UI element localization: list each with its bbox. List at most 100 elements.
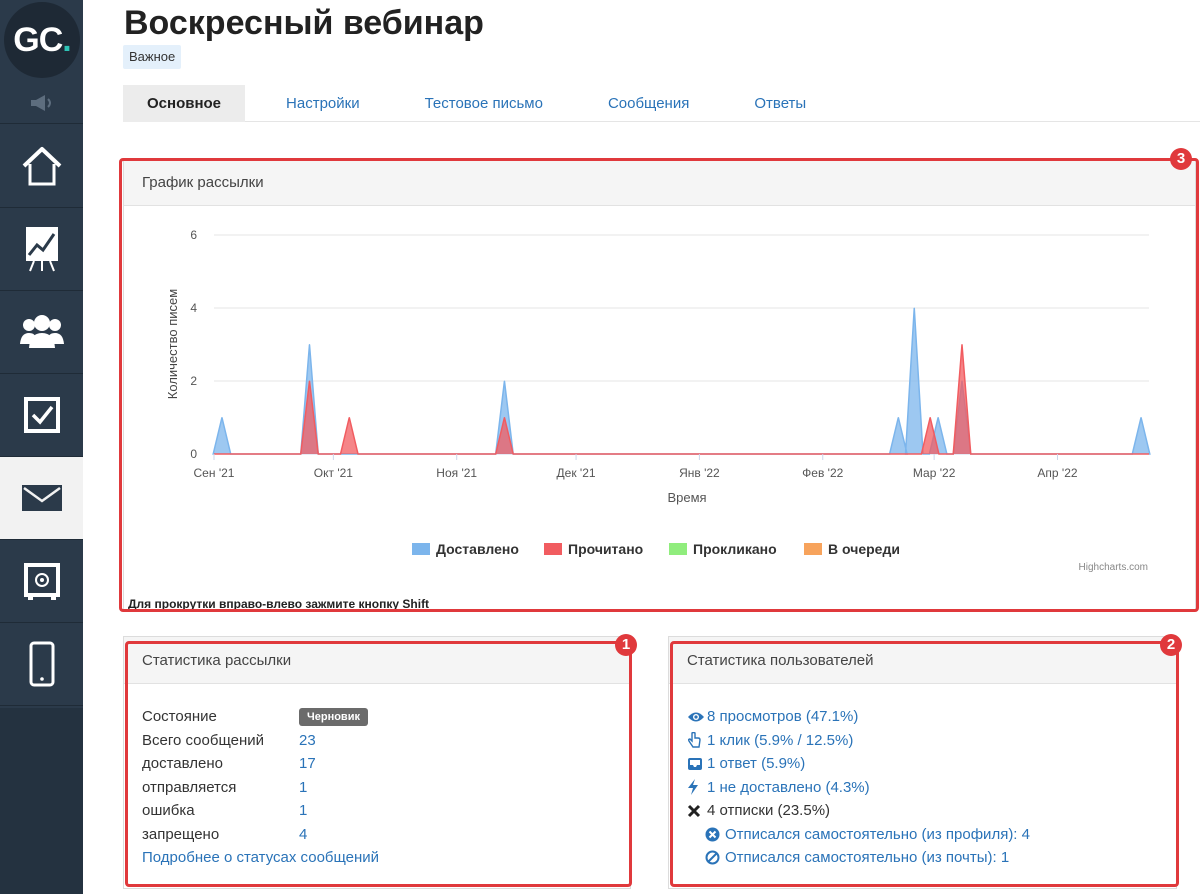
logo-dot: . — [62, 20, 72, 59]
views-link[interactable]: 8 просмотров (47.1%) — [707, 708, 858, 725]
scroll-hint: Для прокрутки вправо-влево зажмите кнопк… — [128, 597, 430, 611]
lightning-icon — [688, 779, 698, 796]
stats-value-link[interactable]: 23 — [299, 732, 316, 749]
legend-label: Доставлено — [436, 541, 519, 557]
legend-swatch — [804, 543, 822, 555]
stats-value-link[interactable]: 1 — [299, 779, 307, 796]
tab-bar: Основное Настройки Тестовое письмо Сообщ… — [123, 85, 1200, 122]
mail-stats-table: Состояние Черновик Всего сообщений 23 до… — [142, 705, 379, 870]
legend-item[interactable]: В очереди — [804, 541, 900, 557]
tab-settings[interactable]: Настройки — [262, 85, 384, 122]
sidebar-item-users[interactable] — [0, 291, 83, 374]
eye-icon — [688, 712, 704, 722]
x-circle-icon — [705, 827, 720, 842]
sidebar-item-mail[interactable] — [0, 457, 83, 540]
checkbox-icon — [23, 397, 60, 433]
marker-badge-3: 3 — [1170, 148, 1192, 170]
replies-link[interactable]: 1 ответ (5.9%) — [707, 755, 805, 772]
tab-main[interactable]: Основное — [123, 85, 246, 122]
users-icon — [19, 315, 64, 348]
data-point[interactable] — [503, 380, 505, 382]
safe-icon — [23, 563, 60, 600]
tab-messages[interactable]: Сообщения — [584, 85, 713, 122]
stats-label: Всего сообщений — [142, 731, 264, 749]
replies-row: 1 ответ (5.9%) — [687, 752, 1030, 776]
chart-panel-title: График рассылки — [124, 159, 1195, 206]
tab-replies[interactable]: Ответы — [730, 85, 830, 122]
stats-value-link[interactable]: 17 — [299, 755, 316, 772]
envelope-icon — [21, 485, 62, 511]
unsub-email-link[interactable]: Отписался самостоятельно (из почты): 1 — [725, 849, 1009, 866]
status-details-link[interactable]: Подробнее о статусах сообщений — [142, 849, 379, 866]
user-stats-list: 8 просмотров (47.1%) 1 клик (5.9% / 12.5… — [687, 705, 1030, 870]
legend-swatch — [412, 543, 430, 555]
views-row: 8 просмотров (47.1%) — [687, 705, 1030, 729]
inbox-icon — [688, 757, 702, 770]
data-point[interactable] — [937, 417, 939, 418]
data-point[interactable] — [1140, 417, 1142, 418]
chart-panel: График рассылки 0 2 4 6 Сен '21 Окт '21 Ноя '2… — [123, 158, 1196, 611]
legend-item[interactable]: Прокликано — [669, 541, 777, 557]
data-point[interactable] — [913, 307, 915, 309]
y-tick-label: 6 — [190, 228, 197, 242]
stats-row: ошибка 1 — [142, 799, 379, 823]
user-stats-title: Статистика пользователей — [669, 637, 1176, 684]
marker-badge-1: 1 — [615, 634, 637, 656]
sidebar-item-mobile[interactable] — [0, 623, 83, 706]
logo[interactable]: GC. — [4, 2, 80, 78]
tag-badge[interactable]: Важное — [123, 45, 182, 69]
page-title: Воскресный вебинар — [124, 4, 484, 42]
y-tick-label: 2 — [190, 374, 197, 388]
logo-text: GC — [13, 20, 63, 59]
unsub-email-row: Отписался самостоятельно (из почты): 1 — [687, 846, 1030, 870]
stats-row-more: Подробнее о статусах сообщений — [142, 846, 379, 870]
sidebar-item-training[interactable] — [0, 208, 83, 291]
stats-value-link[interactable]: 4 — [299, 826, 307, 843]
logo-area: GC. — [0, 0, 83, 82]
stats-label: отправляется — [142, 778, 237, 796]
clicks-link[interactable]: 1 клик (5.9% / 12.5%) — [707, 732, 853, 749]
legend-label: Прочитано — [568, 541, 643, 557]
not-delivered-link[interactable]: 1 не доставлено (4.3%) — [707, 779, 870, 796]
unsub-profile-link[interactable]: Отписался самостоятельно (из профиля): 4 — [725, 826, 1030, 843]
legend-item[interactable]: Доставлено — [412, 541, 519, 557]
marker-badge-2: 2 — [1160, 634, 1182, 656]
data-point[interactable] — [897, 417, 899, 418]
chart-board-icon — [25, 227, 58, 272]
x-tick-label: Мар '22 — [913, 466, 956, 480]
ban-icon — [705, 850, 720, 865]
data-point[interactable] — [308, 380, 310, 382]
data-point[interactable] — [308, 344, 310, 345]
y-axis-label: Количество писем — [165, 289, 180, 399]
x-tick-label: Дек '21 — [557, 466, 596, 480]
y-tick-label: 4 — [190, 301, 197, 315]
unsubscribes-text: 4 отписки (23.5%) — [707, 802, 831, 820]
data-point[interactable] — [961, 344, 963, 345]
sidebar-item-home[interactable] — [0, 125, 83, 208]
data-point[interactable] — [221, 417, 223, 418]
series-line — [214, 344, 1149, 455]
legend-label: В очереди — [828, 541, 900, 557]
stats-row: запрещено 4 — [142, 823, 379, 847]
tab-test-email[interactable]: Тестовое письмо — [401, 85, 567, 122]
stats-value-link[interactable]: 1 — [299, 802, 307, 819]
data-point[interactable] — [348, 417, 350, 418]
x-tick-label: Янв '22 — [679, 466, 720, 480]
user-stats-panel: Статистика пользователей 8 просмотров (4… — [668, 636, 1177, 889]
x-tick-label: Фев '22 — [802, 466, 843, 480]
highcharts-credit[interactable]: Highcharts.com — [1079, 562, 1148, 573]
stats-label: доставлено — [142, 755, 223, 773]
legend-item[interactable]: Прочитано — [544, 541, 643, 557]
mailing-chart[interactable]: 0 2 4 6 Сен '21 Окт '21 Ноя '21 Дек '21 Янв '22 Ф… — [124, 206, 1195, 586]
main-content: Воскресный вебинар Важное Основное Настр… — [83, 0, 1200, 894]
x-tick-label: Ноя '21 — [436, 466, 477, 480]
data-point[interactable] — [503, 417, 505, 418]
sidebar-item-tasks[interactable] — [0, 374, 83, 457]
sidebar-footer — [0, 708, 83, 894]
stats-row-state: Состояние Черновик — [142, 705, 379, 729]
sidebar-item-safe[interactable] — [0, 540, 83, 623]
legend-swatch — [669, 543, 687, 555]
data-point[interactable] — [929, 417, 931, 418]
announcements-button[interactable] — [0, 82, 83, 124]
status-badge: Черновик — [299, 707, 368, 726]
